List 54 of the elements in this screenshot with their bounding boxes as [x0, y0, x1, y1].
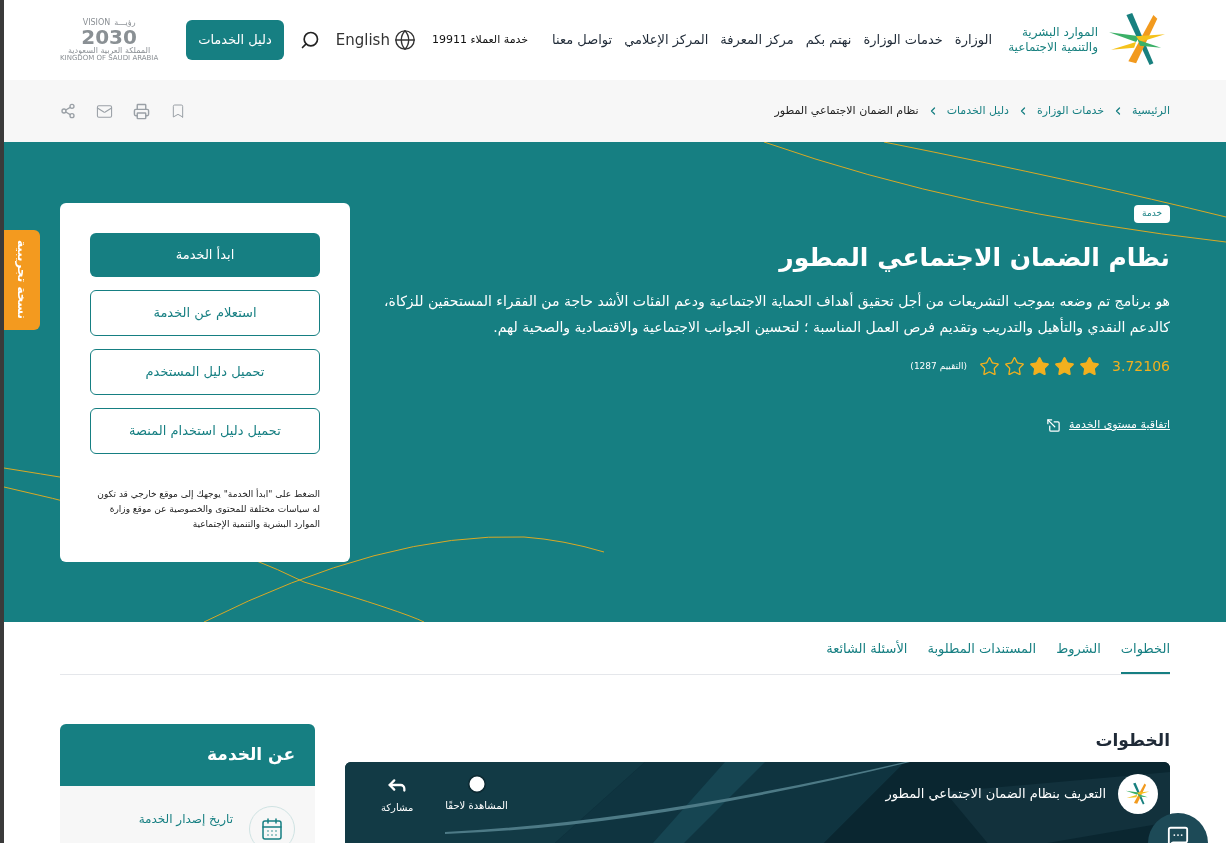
content-tab[interactable]: المستندات المطلوبة [927, 622, 1037, 674]
star-icon[interactable] [1004, 356, 1026, 377]
action-button[interactable]: استعلام عن الخدمة [90, 290, 320, 336]
share-button[interactable]: مشاركة [381, 773, 414, 815]
action-button[interactable]: ابدأ الخدمة [90, 233, 320, 277]
breadcrumb-link[interactable]: الرئيسية [1132, 102, 1170, 120]
breadcrumb-link[interactable]: نظام الضمان الاجتماعي المطور [774, 102, 919, 120]
star-icon[interactable] [1054, 356, 1076, 377]
share-icon[interactable] [60, 103, 76, 119]
external-site-note: الضغط على "ابدأ الخدمة" يوجهك إلى موقع خارجي قد تكون له سياسات مختلفة للمحتوى والخصوصية عن موقع وزارة الموارد البشرية والتنمية الإجتماعية [96, 487, 320, 531]
breadcrumb-link[interactable]: دليل الخدمات [946, 102, 1009, 120]
video-title: التعريف بنظام الضمان الاجتماعي المطور [885, 784, 1106, 804]
print-icon[interactable] [133, 102, 150, 120]
globe-icon [393, 29, 416, 51]
bookmark-icon[interactable] [170, 103, 186, 119]
about-card-title: عن الخدمة [207, 743, 295, 767]
service-tag: خدمة [1134, 205, 1170, 223]
rating-count: (التقييم 1287) [910, 359, 968, 374]
nav-link[interactable]: الوزارة [954, 30, 993, 50]
action-button[interactable]: تحميل دليل استخدام المنصة [90, 408, 320, 454]
rating-value: 3.72106 [1112, 357, 1170, 376]
logo-text: الموارد البشرية [1020, 25, 1098, 40]
vision-logo-text: VISION [82, 18, 111, 27]
nav-link[interactable]: تواصل معنا [552, 30, 613, 50]
nav-link[interactable]: خدمات الوزارة [863, 30, 943, 50]
nav-link[interactable]: نهتم بكم [805, 30, 852, 50]
search-icon[interactable] [299, 30, 320, 50]
section-heading: الخطوات [1095, 729, 1170, 752]
service-description: هو برنامج تم وضعه بموجب التشريعات من أجل تحقيق أهداف الحماية الاجتماعية ودعم الفئات الأشد حاجة من الفقراء المستحقين للزكاة، كالدعم النقدي والتأهيل والتدريب وتقديم فرص العمل المناسبة ؛ لتحسين الجوانب الاجتماعية والاقتصادية والصحية لهم. [383, 291, 1170, 338]
watch-later-button[interactable]: المشاهدة لاحقًا [445, 773, 508, 815]
external-link-icon [1046, 417, 1062, 433]
content-tab[interactable]: الخطوات [1120, 622, 1170, 674]
nav-link[interactable]: مركز المعرفة [720, 30, 794, 50]
video-player[interactable]: التعريف بنظام الضمان الاجتماعي المطور المشاهدة لاحقًا مشاركة [345, 761, 1170, 843]
star-icon[interactable] [1029, 356, 1051, 377]
vision-logo-text: المملكة العربية السعودية [68, 46, 151, 55]
sla-link[interactable]: اتفاقية مستوى الخدمة [1046, 417, 1170, 434]
star-icon[interactable] [979, 356, 1001, 377]
logo-text: والتنمية الاجتماعية [1008, 40, 1098, 55]
action-button[interactable]: تحميل دليل المستخدم [90, 349, 320, 395]
customer-service-number: خدمة العملاء 19911 [431, 31, 529, 48]
nav-link[interactable]: المركز الإعلامي [624, 30, 709, 50]
star-icon[interactable] [1079, 356, 1101, 377]
services-guide-button[interactable]: دليل الخدمات [186, 20, 284, 60]
vision-logo-year: 2030 [81, 26, 137, 47]
chat-icon [1167, 825, 1189, 843]
content-tab[interactable]: الأسئلة الشائعة [826, 622, 908, 674]
mail-icon[interactable] [96, 102, 113, 120]
about-item-label: تاريخ إصدار الخدمة [138, 811, 233, 828]
language-link[interactable]: English [335, 28, 416, 52]
service-title: نظام الضمان الاجتماعي المطور [779, 241, 1170, 274]
vision-logo-text: رؤيـــة [114, 18, 136, 27]
breadcrumb-link[interactable]: خدمات الوزارة [1036, 102, 1105, 120]
content-tab[interactable]: الشروط [1056, 622, 1101, 674]
